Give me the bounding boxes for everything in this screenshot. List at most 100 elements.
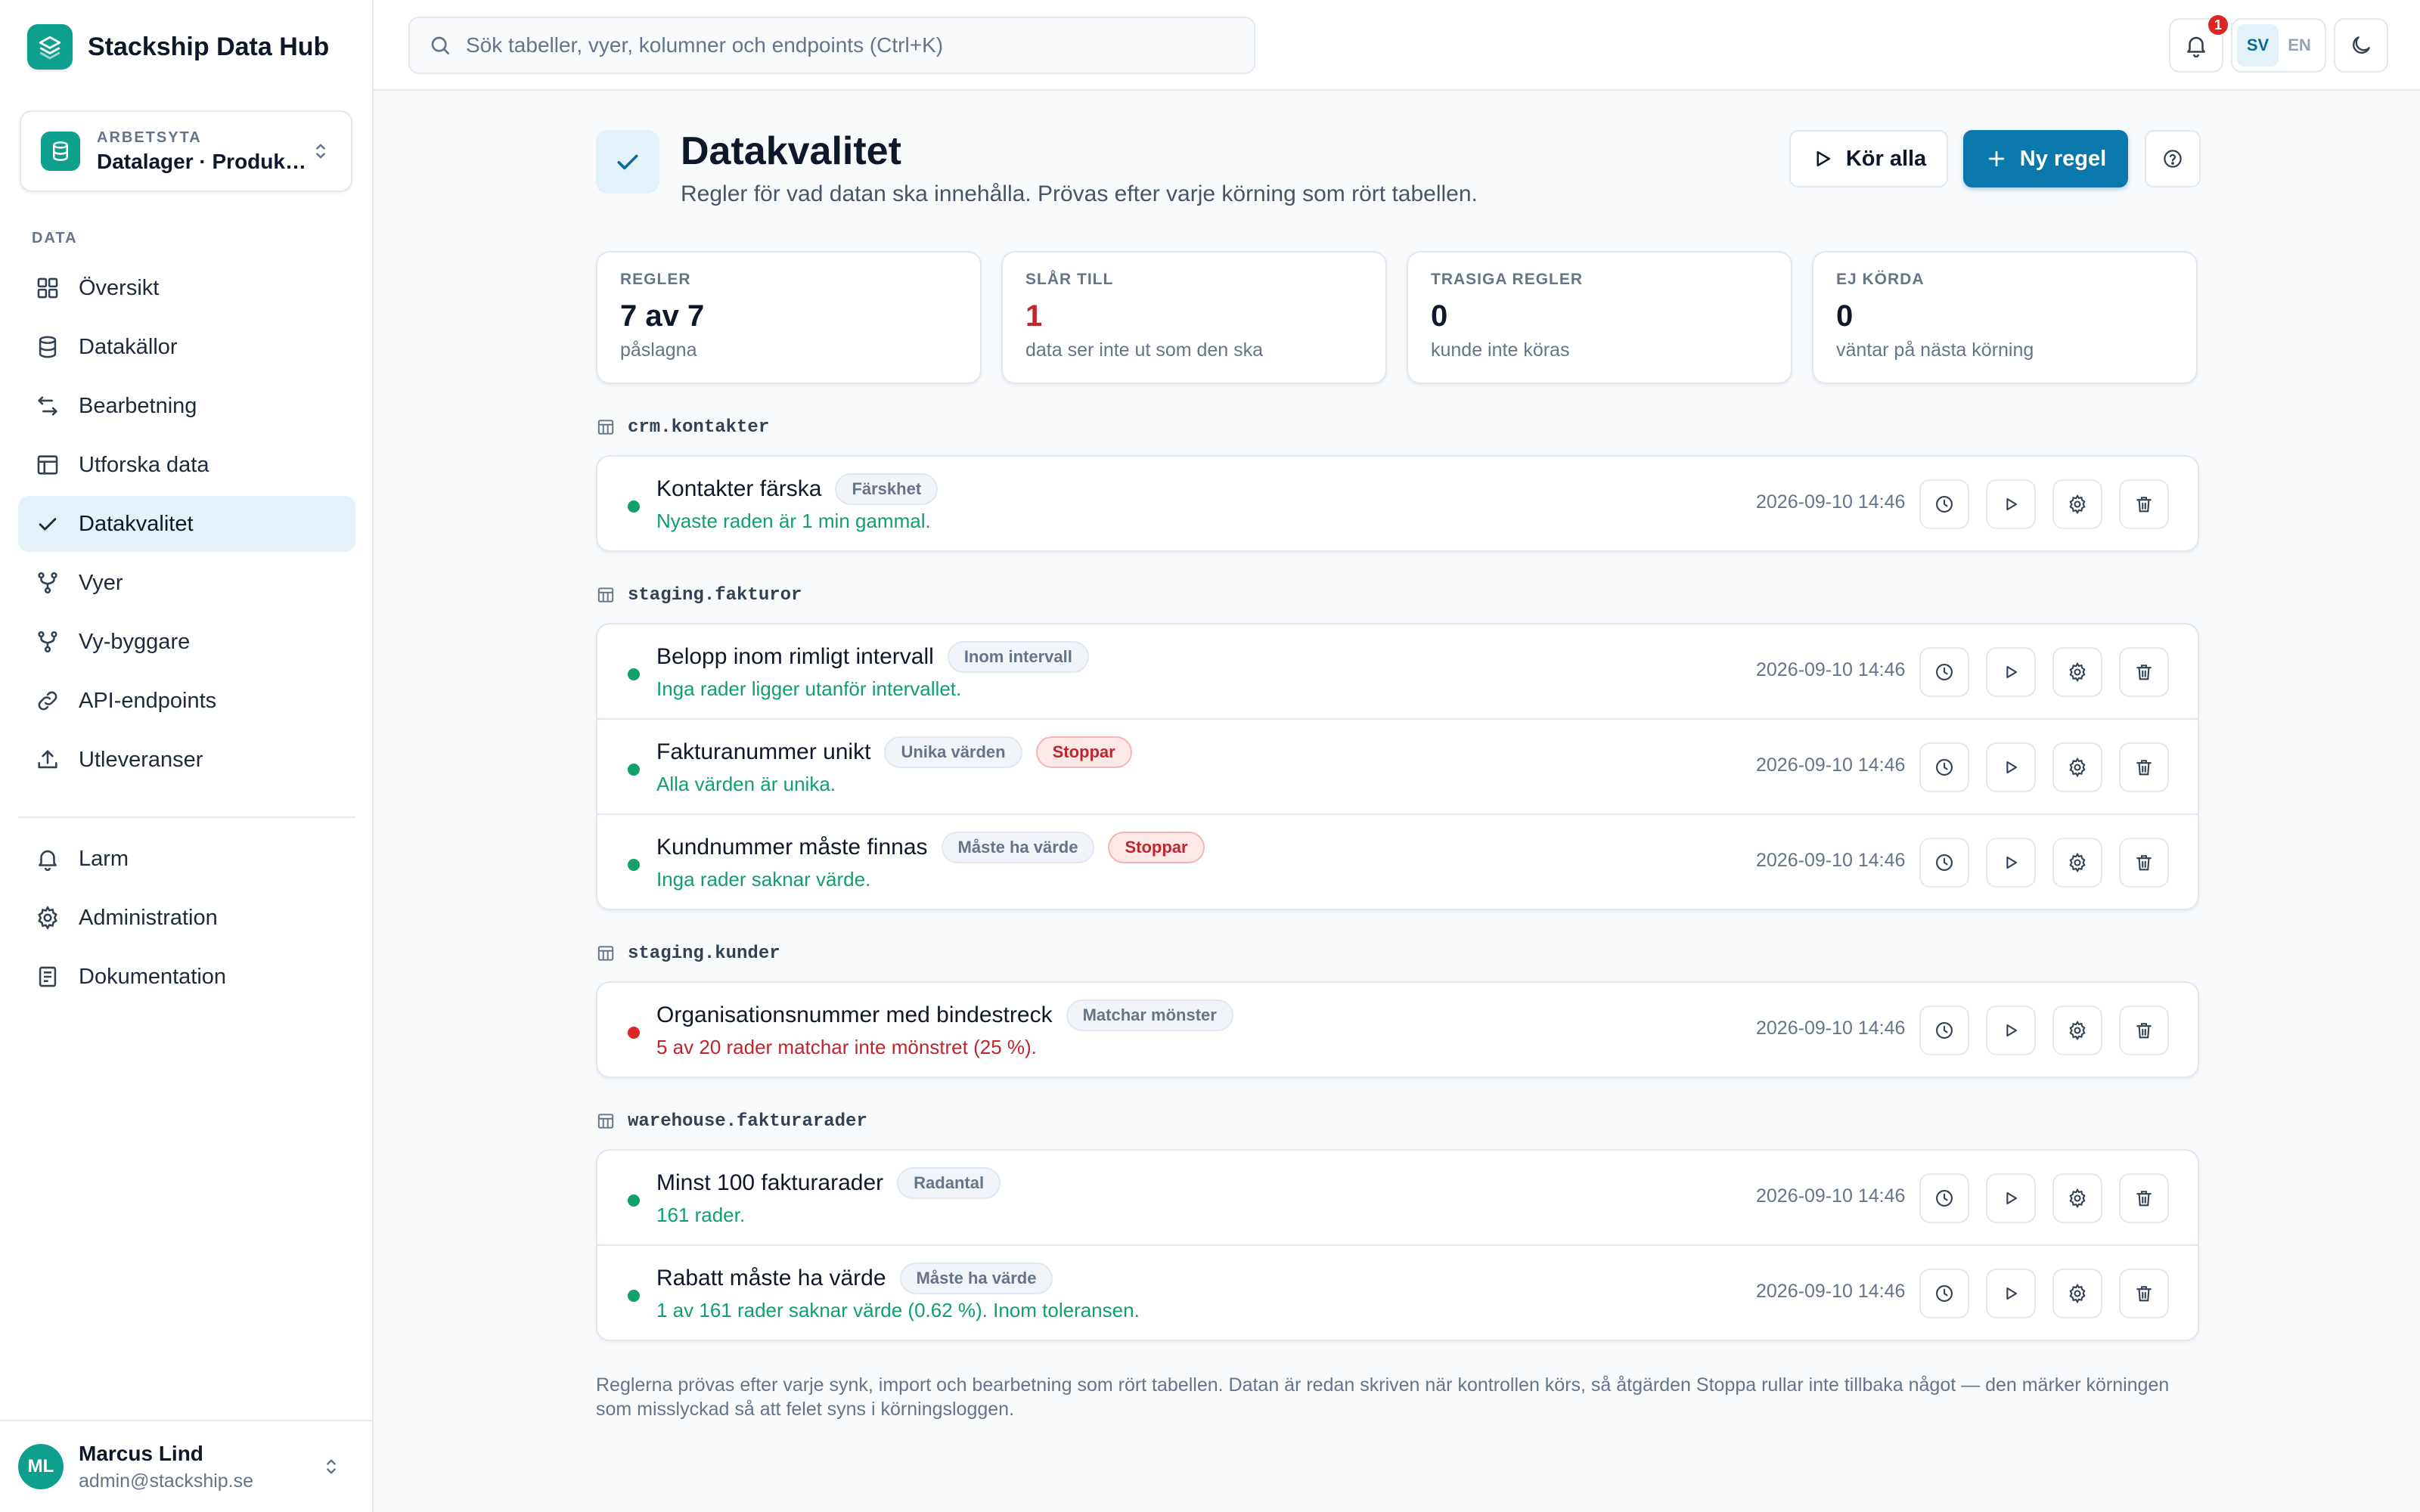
sidebar-item-utforska-data[interactable]: Utforska data xyxy=(18,437,355,493)
check-icon xyxy=(596,130,659,194)
stat-description: kunde inte köras xyxy=(1431,339,1570,361)
check-icon xyxy=(39,518,57,531)
search-icon xyxy=(431,36,449,54)
sidebar-item-datakallor[interactable]: Datakällor xyxy=(18,319,355,375)
rule-delete-button[interactable] xyxy=(2119,838,2169,888)
sidebar-item-utleveranser[interactable]: Utleveranser xyxy=(18,732,355,788)
sidebar-item-bearbetning[interactable]: Bearbetning xyxy=(18,378,355,434)
run-all-button[interactable]: Kör alla xyxy=(1789,130,1948,187)
sidebar-item-larm[interactable]: Larm xyxy=(18,831,355,887)
link-icon xyxy=(38,691,57,711)
history-icon xyxy=(1936,1190,1953,1207)
rule-delete-button[interactable] xyxy=(2119,479,2169,529)
rule-row[interactable]: Rabatt måste ha värde Måste ha värde 1 av … xyxy=(597,1244,2198,1340)
rule-run-button[interactable] xyxy=(1986,647,2036,697)
rule-settings-button[interactable] xyxy=(2052,479,2102,529)
stat-description: väntar på nästa körning xyxy=(1836,339,2034,361)
search-input[interactable] xyxy=(466,33,1222,57)
help-icon xyxy=(2164,150,2182,168)
sidebar-item-oversikt[interactable]: Översikt xyxy=(18,260,355,316)
rule-run-button[interactable] xyxy=(1986,479,2036,529)
sidebar-item-vy-byggare[interactable]: Vy-byggare xyxy=(18,614,355,670)
rule-title: Fakturanummer unikt xyxy=(656,739,871,764)
rule-result-message: Inga rader saknar värde. xyxy=(656,868,871,891)
rule-delete-button[interactable] xyxy=(2119,1005,2169,1055)
sidebar-item-label: Datakvalitet xyxy=(79,511,194,536)
stats-row: REGLER 7 av 7 påslagna SLÅR TILL 1 data … xyxy=(596,251,2199,384)
rule-title: Kundnummer måste finnas xyxy=(656,835,928,860)
history-icon xyxy=(1936,854,1953,871)
sidebar-item-vyer[interactable]: Vyer xyxy=(18,555,355,611)
rule-row[interactable]: Belopp inom rimligt intervall Inom interv… xyxy=(597,624,2198,718)
language-en[interactable]: EN xyxy=(2279,24,2320,67)
sidebar-item-datakvalitet[interactable]: Datakvalitet xyxy=(18,496,355,552)
rule-history-button[interactable] xyxy=(1919,742,1969,792)
help-button[interactable] xyxy=(2145,130,2201,187)
rule-run-button[interactable] xyxy=(1986,838,2036,888)
rule-row[interactable]: Kontakter färska Färskhet Nyaste raden är … xyxy=(597,457,2198,550)
trash-icon xyxy=(2136,760,2152,776)
history-icon xyxy=(1936,1022,1953,1039)
new-rule-button[interactable]: Ny regel xyxy=(1963,130,2128,187)
stat-card-not-run: EJ KÖRDA 0 väntar på nästa körning xyxy=(1812,251,2198,384)
play-icon xyxy=(2006,761,2018,774)
user-menu[interactable]: ML Marcus Lind admin@stackship.se xyxy=(0,1420,372,1512)
rule-result-message: 161 rader. xyxy=(656,1204,746,1226)
rule-row[interactable]: Fakturanummer unikt Unika värden Stoppar Al… xyxy=(597,718,2198,813)
rule-delete-button[interactable] xyxy=(2119,647,2169,697)
history-icon xyxy=(1936,1285,1953,1302)
database-icon xyxy=(41,132,80,171)
rule-settings-button[interactable] xyxy=(2052,742,2102,792)
rule-history-button[interactable] xyxy=(1919,647,1969,697)
rule-settings-button[interactable] xyxy=(2052,1173,2102,1223)
stat-description: data ser inte ut som den ska xyxy=(1025,339,1264,361)
notifications-button[interactable]: 1 xyxy=(2169,14,2229,73)
rule-row[interactable]: Minst 100 fakturarader Radantal 161 rader.… xyxy=(597,1151,2198,1244)
stat-value: 7 av 7 xyxy=(620,299,705,333)
rule-type-badge: Unika värden xyxy=(884,736,1022,768)
brand[interactable]: Stackship Data Hub xyxy=(27,23,329,71)
rule-delete-button[interactable] xyxy=(2119,1173,2169,1223)
rule-run-button[interactable] xyxy=(1986,1173,2036,1223)
rule-settings-button[interactable] xyxy=(2052,647,2102,697)
rule-settings-button[interactable] xyxy=(2052,1269,2102,1318)
rule-settings-button[interactable] xyxy=(2052,1005,2102,1055)
history-icon xyxy=(1936,664,1953,680)
rule-history-button[interactable] xyxy=(1919,1269,1969,1318)
secondary-nav: Larm Administration Dokumentation xyxy=(18,831,355,1008)
rule-history-button[interactable] xyxy=(1919,838,1969,888)
stat-description: påslagna xyxy=(620,339,697,361)
search-box[interactable] xyxy=(408,17,1255,74)
rule-delete-button[interactable] xyxy=(2119,742,2169,792)
sidebar-item-label: Översikt xyxy=(79,275,160,300)
sidebar-item-dokumentation[interactable]: Dokumentation xyxy=(18,949,355,1005)
rule-history-button[interactable] xyxy=(1919,1173,1969,1223)
rule-settings-button[interactable] xyxy=(2052,838,2102,888)
rule-history-button[interactable] xyxy=(1919,479,1969,529)
rule-run-button[interactable] xyxy=(1986,742,2036,792)
rule-title: Kontakter färska xyxy=(656,476,822,501)
rule-type-badge: Inom intervall xyxy=(947,641,1089,673)
app-name: Stackship Data Hub xyxy=(88,32,330,61)
trash-icon xyxy=(2136,1191,2152,1207)
language-sv[interactable]: SV xyxy=(2237,24,2279,67)
table-icon xyxy=(597,587,614,603)
rule-delete-button[interactable] xyxy=(2119,1269,2169,1318)
rule-history-button[interactable] xyxy=(1919,1005,1969,1055)
sidebar-item-label: Administration xyxy=(79,905,218,930)
topbar: 1 SV EN xyxy=(374,0,2420,91)
rule-run-button[interactable] xyxy=(1986,1269,2036,1318)
play-icon xyxy=(2006,665,2018,679)
sidebar-item-api-endpoints[interactable]: API-endpoints xyxy=(18,673,355,729)
status-dot-icon xyxy=(628,668,640,680)
sidebar-item-administration[interactable]: Administration xyxy=(18,890,355,946)
upload-icon xyxy=(38,750,57,769)
gear-icon xyxy=(2069,494,2086,515)
rule-run-button[interactable] xyxy=(1986,1005,2036,1055)
rule-row[interactable]: Kundnummer måste finnas Måste ha värde Sto… xyxy=(597,813,2198,909)
rule-groups: crm.kontakter Kontakter färska Färskhet Nya… xyxy=(596,416,2199,1341)
workspace-selector[interactable]: ARBETSYTA Datalager · Produktion xyxy=(20,110,352,192)
stat-value: 0 xyxy=(1836,299,1854,333)
rule-row[interactable]: Organisationsnummer med bindestreck Match… xyxy=(597,983,2198,1077)
theme-toggle-button[interactable] xyxy=(2334,18,2388,73)
